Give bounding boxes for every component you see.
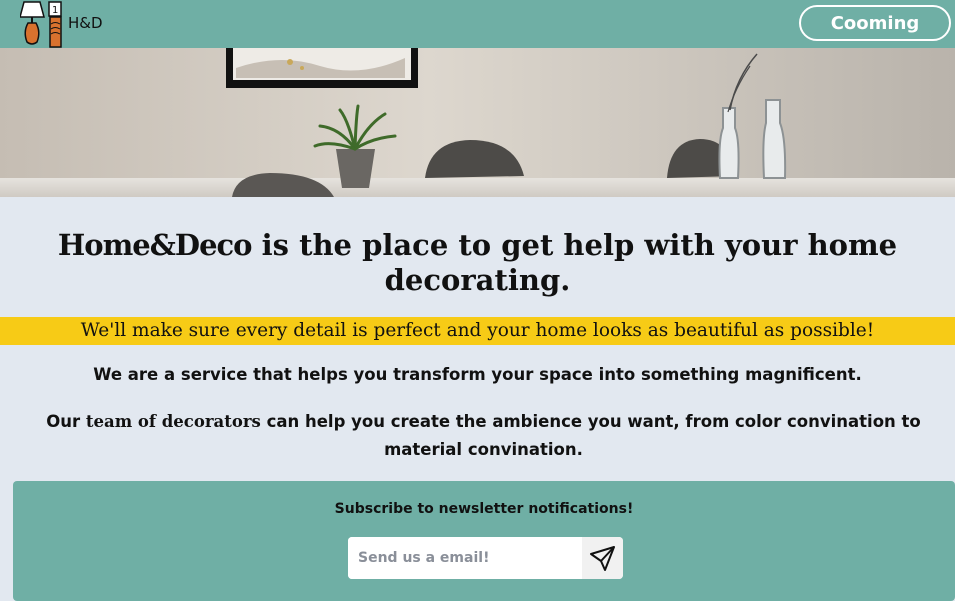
- hero-image: [0, 48, 955, 197]
- headline-brand: Home&Deco: [57, 228, 253, 262]
- svg-text:1: 1: [52, 5, 58, 16]
- send-button[interactable]: [582, 537, 623, 579]
- email-input[interactable]: [348, 537, 582, 579]
- team-of-decorators-text: team of decorators: [85, 412, 261, 431]
- site-header: 1 H&D Cooming Soon!: [0, 0, 955, 66]
- intro-paragraph: We are a service that helps you transfor…: [93, 365, 862, 384]
- headline-text: is the place to get help with your home …: [251, 228, 898, 297]
- paper-plane-icon: [590, 546, 615, 571]
- highlight-banner: We'll make sure every detail is perfect …: [0, 317, 955, 345]
- newsletter-form: [348, 537, 623, 579]
- page-headline: Home&Deco is the place to get help with …: [40, 228, 915, 298]
- coming-soon-button[interactable]: Cooming Soon!: [799, 5, 951, 66]
- lamp-and-vase-logo-icon[interactable]: 1: [20, 0, 70, 48]
- brand-name[interactable]: H&D: [68, 14, 103, 32]
- team-paragraph-lead: Our: [46, 412, 86, 431]
- newsletter-title: Subscribe to newsletter notifications!: [334, 501, 634, 517]
- team-paragraph: Our team of decorators can help you crea…: [12, 408, 955, 464]
- team-paragraph-rest: can help you create the ambience you wan…: [260, 412, 921, 459]
- newsletter-section: Subscribe to newsletter notifications!: [13, 481, 955, 601]
